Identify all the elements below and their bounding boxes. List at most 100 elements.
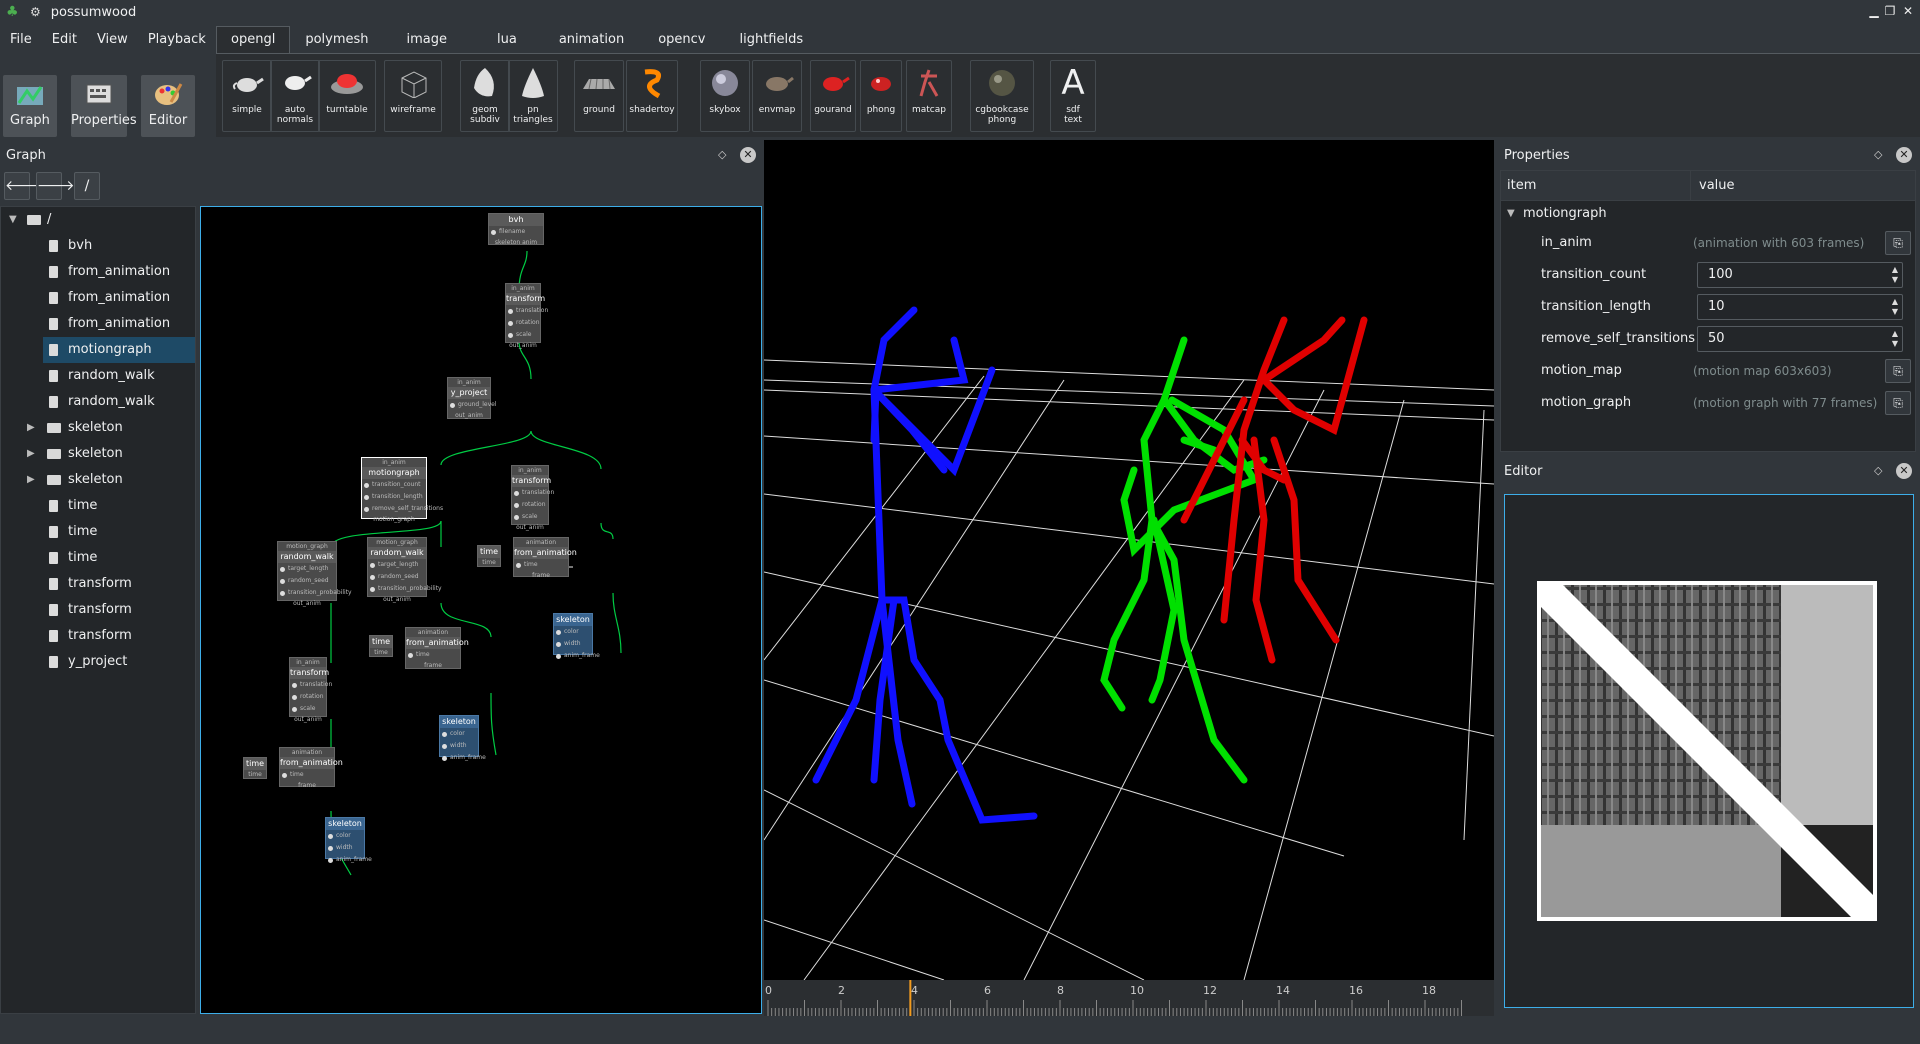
view-details-icon[interactable]: ⎘: [1885, 231, 1911, 255]
node-port[interactable]: time: [406, 649, 460, 661]
node-port[interactable]: translation: [512, 487, 554, 499]
tab-polymesh[interactable]: polymesh: [290, 26, 383, 54]
tool-skybox[interactable]: skybox: [700, 60, 750, 132]
node-transform[interactable]: in_anim transform translation rotation s…: [505, 283, 548, 349]
view-details-icon[interactable]: ⎘: [1885, 359, 1911, 383]
node-bvh[interactable]: bvh filename skeleton anim: [488, 213, 544, 246]
view-details-icon[interactable]: ⎘: [1885, 391, 1911, 415]
tree-item[interactable]: from_animation: [1, 285, 197, 311]
tree-item[interactable]: from_animation: [1, 259, 197, 285]
float-panel-icon[interactable]: ◇: [718, 148, 726, 161]
tool-geom-subdiv[interactable]: geom subdiv: [460, 60, 510, 132]
tool-cgbookcase-phong[interactable]: cgbookcase phong: [970, 60, 1034, 132]
tree-item[interactable]: bvh: [1, 233, 197, 259]
path-button[interactable]: /: [74, 172, 100, 200]
node-port[interactable]: width: [326, 842, 364, 854]
transition-count-spinbox[interactable]: 100 ▲ ▼: [1697, 262, 1903, 288]
node-port[interactable]: width: [554, 638, 592, 650]
node-port[interactable]: transition_length: [362, 491, 426, 503]
chevron-right-icon[interactable]: ▶: [27, 467, 35, 493]
tree-item[interactable]: ▶ skeleton: [1, 441, 197, 467]
chevron-right-icon[interactable]: ▶: [27, 441, 35, 467]
menu-edit[interactable]: Edit: [42, 28, 87, 52]
tab-opengl[interactable]: opengl: [216, 26, 291, 54]
node-port[interactable]: target_length: [368, 559, 426, 571]
tool-wireframe[interactable]: wireframe: [384, 60, 442, 132]
tree-item[interactable]: time: [1, 493, 197, 519]
node-port[interactable]: width: [440, 740, 478, 752]
node-port[interactable]: filename: [489, 226, 543, 238]
chevron-down-icon[interactable]: ▼: [1507, 201, 1515, 227]
node-skeleton[interactable]: skeleton color width anim_frame: [439, 715, 486, 761]
close-panel-icon[interactable]: ✕: [1896, 147, 1912, 163]
tree-item[interactable]: time: [1, 519, 197, 545]
node-port[interactable]: anim_frame: [326, 854, 372, 866]
node-motiongraph[interactable]: in_anim motiongraph transition_count tra…: [361, 457, 443, 523]
node-from-animation[interactable]: animation from_animation time frame: [513, 537, 577, 579]
tree-item-root[interactable]: ▼ /: [1, 207, 197, 233]
node-time[interactable]: time time: [477, 545, 501, 567]
tool-turntable[interactable]: turntable: [318, 60, 376, 132]
tree-item[interactable]: random_walk: [1, 389, 197, 415]
tree-item[interactable]: transform: [1, 623, 197, 649]
menu-file[interactable]: File: [0, 28, 42, 52]
tree-item[interactable]: time: [1, 545, 197, 571]
node-from-animation[interactable]: animation from_animation time frame: [405, 627, 469, 669]
tree-item-selected[interactable]: motiongraph: [43, 337, 195, 363]
tool-simple[interactable]: simple: [222, 60, 272, 132]
tree-item[interactable]: ▶ skeleton: [1, 467, 197, 493]
node-port[interactable]: scale: [290, 703, 326, 715]
tool-sdf-text[interactable]: Asdf text: [1050, 60, 1096, 132]
tool-pn-triangles[interactable]: pn triangles: [508, 60, 558, 132]
tab-animation[interactable]: animation: [544, 26, 639, 54]
node-port[interactable]: color: [440, 728, 478, 740]
node-port[interactable]: scale: [506, 329, 540, 341]
tree-item[interactable]: random_walk: [1, 363, 197, 389]
node-port[interactable]: time: [280, 769, 334, 781]
node-port[interactable]: transition_count: [362, 479, 426, 491]
node-port[interactable]: target_length: [278, 563, 336, 575]
close-panel-icon[interactable]: ✕: [740, 147, 756, 163]
node-graph-canvas[interactable]: bvh filename skeleton anim in_anim trans…: [200, 206, 762, 1014]
remove-self-transitions-spinbox[interactable]: 50 ▲ ▼: [1697, 326, 1903, 352]
tree-item[interactable]: ▶ skeleton: [1, 415, 197, 441]
node-port[interactable]: ground_level: [448, 399, 497, 411]
node-skeleton[interactable]: skeleton color width anim_frame: [553, 613, 600, 659]
tab-image[interactable]: image: [384, 26, 471, 54]
tool-ground[interactable]: ground: [574, 60, 624, 132]
node-port[interactable]: random_seed: [278, 575, 336, 587]
node-port[interactable]: color: [326, 830, 364, 842]
tool-gourand[interactable]: gourand: [810, 60, 856, 132]
timeline[interactable]: 0 2 4 6 8 10 12 14 16 18: [764, 980, 1494, 1016]
float-panel-icon[interactable]: ◇: [1874, 464, 1882, 477]
menu-playback[interactable]: Playback: [138, 28, 216, 52]
tree-item[interactable]: transform: [1, 571, 197, 597]
node-random-walk[interactable]: motion_graph random_walk target_length r…: [277, 541, 352, 607]
properties-mode-button[interactable]: Properties: [71, 75, 137, 137]
node-port[interactable]: translation: [290, 679, 332, 691]
node-random-walk[interactable]: motion_graph random_walk target_length r…: [367, 537, 442, 603]
float-panel-icon[interactable]: ◇: [1874, 148, 1882, 161]
editor-area[interactable]: [1504, 494, 1914, 1008]
editor-mode-button[interactable]: Editor: [141, 75, 195, 137]
tree-item[interactable]: transform: [1, 597, 197, 623]
chevron-down-icon[interactable]: ▼: [9, 207, 17, 233]
property-group[interactable]: ▼ motiongraph: [1501, 201, 1915, 227]
node-skeleton[interactable]: skeleton color width anim_frame: [325, 817, 372, 863]
transition-length-spinbox[interactable]: 10 ▲ ▼: [1697, 294, 1903, 320]
graph-mode-button[interactable]: Graph: [3, 75, 57, 137]
column-header-value[interactable]: value: [1691, 171, 1915, 201]
node-port[interactable]: translation: [506, 305, 548, 317]
close-panel-icon[interactable]: ✕: [1896, 463, 1912, 479]
node-port[interactable]: time: [514, 559, 568, 571]
tool-auto-normals[interactable]: auto normals: [270, 60, 320, 132]
node-port[interactable]: rotation: [506, 317, 540, 329]
node-time[interactable]: time time: [243, 757, 267, 779]
tree-item[interactable]: y_project: [1, 649, 197, 675]
node-port[interactable]: random_seed: [368, 571, 426, 583]
node-transform[interactable]: in_anim transform translation rotation s…: [511, 465, 554, 531]
restore-button[interactable]: ❐: [1882, 3, 1898, 19]
node-from-animation[interactable]: animation from_animation time frame: [279, 747, 343, 789]
node-port[interactable]: anim_frame: [554, 650, 600, 662]
close-window-button[interactable]: ✕: [1900, 3, 1916, 19]
